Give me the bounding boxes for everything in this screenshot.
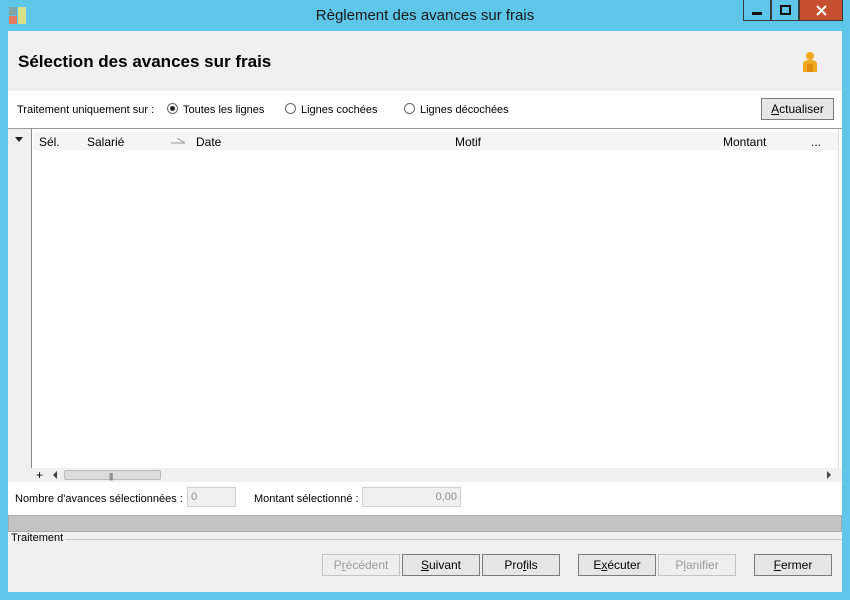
filter-label: Traitement uniquement sur : [17,104,155,116]
window-title: Règlement des avances sur frais [315,7,535,24]
profiles-label-a: Pro [504,558,523,572]
next-label-b: uivant [428,558,462,572]
page-title: Sélection des avances sur frais [18,52,272,71]
row-header-column[interactable] [8,129,32,483]
radio-unchecked-lines[interactable] [404,103,415,114]
filter-band: Traitement uniquement sur : Toutes les l… [8,91,842,128]
previous-label-a: P [333,558,342,572]
header-band: Sélection des avances sur frais [8,31,842,91]
profiles-button[interactable]: Profils [482,554,560,576]
horizontal-scrollbar[interactable]: + ||| [8,468,842,483]
scroll-thumb[interactable]: ||| [64,470,161,481]
grid-body[interactable] [33,150,838,468]
close-dialog-hotkey: F [773,558,781,572]
amount-field: 0,00 [362,487,461,507]
scroll-grip-icon: ||| [109,472,113,481]
schedule-label-b: anifier [686,558,719,572]
summary-band: Nombre d'avances sélectionnées : 0 Monta… [8,482,842,515]
count-field: 0 [187,487,236,507]
close-dialog-label-b: ermer [781,558,813,572]
column-header-more[interactable]: ... [811,135,821,149]
column-header-reason[interactable]: Motif [455,135,481,149]
maximize-icon [779,5,791,15]
radio-unchecked-lines-label[interactable]: Lignes décochées [420,104,509,116]
dialog-client: Sélection des avances sur frais Traiteme… [8,31,842,592]
sort-indicator-icon [171,138,185,144]
refresh-hotkey: A [771,102,780,116]
minimize-button[interactable] [743,0,771,21]
radio-checked-lines[interactable] [285,103,296,114]
profiles-label-b: ils [526,558,538,572]
column-header-select[interactable]: Sél. [39,135,60,149]
scroll-left-icon[interactable] [53,471,57,479]
refresh-label: ctualiser [779,102,824,116]
maximize-button[interactable] [771,0,799,21]
section-divider [65,539,842,540]
previous-label-b: écédent [345,558,389,572]
radio-all-lines[interactable] [167,103,178,114]
execute-label-b: écuter [607,558,641,572]
minimize-icon [752,12,762,15]
next-hotkey: S [420,558,429,572]
column-header-date[interactable]: Date [196,135,221,149]
person-icon [803,52,817,72]
expand-icon[interactable]: + [36,468,43,482]
close-icon [815,4,827,16]
radio-checked-lines-label[interactable]: Lignes cochées [301,104,377,116]
radio-all-lines-label[interactable]: Toutes les lignes [183,104,264,116]
column-header-employee[interactable]: Salarié [87,135,124,149]
close-dialog-button[interactable]: Fermer [754,554,832,576]
grid-header: Sél. Salarié Date Motif Montant ... [33,132,838,150]
app-window: Règlement des avances sur frais Sélectio… [0,0,850,600]
amount-label: Montant sélectionné : [254,493,359,505]
schedule-button[interactable]: Planifier [658,554,736,576]
title-bar[interactable]: Règlement des avances sur frais [0,0,850,31]
close-button[interactable] [799,0,843,21]
refresh-button[interactable]: Actualiser [761,98,834,120]
column-menu-icon[interactable] [15,137,23,142]
grid-right-edge [838,129,842,483]
scroll-right-icon[interactable] [827,471,831,479]
execute-button[interactable]: Exécuter [578,554,656,576]
section-label: Traitement [11,532,64,544]
previous-button[interactable]: Précédent [322,554,400,576]
next-button[interactable]: Suivant [402,554,480,576]
progress-bar [8,515,842,532]
column-header-amount[interactable]: Montant [723,135,766,149]
count-label: Nombre d'avances sélectionnées : [15,493,183,505]
advances-grid[interactable]: Sél. Salarié Date Motif Montant ... + ||… [8,128,842,514]
